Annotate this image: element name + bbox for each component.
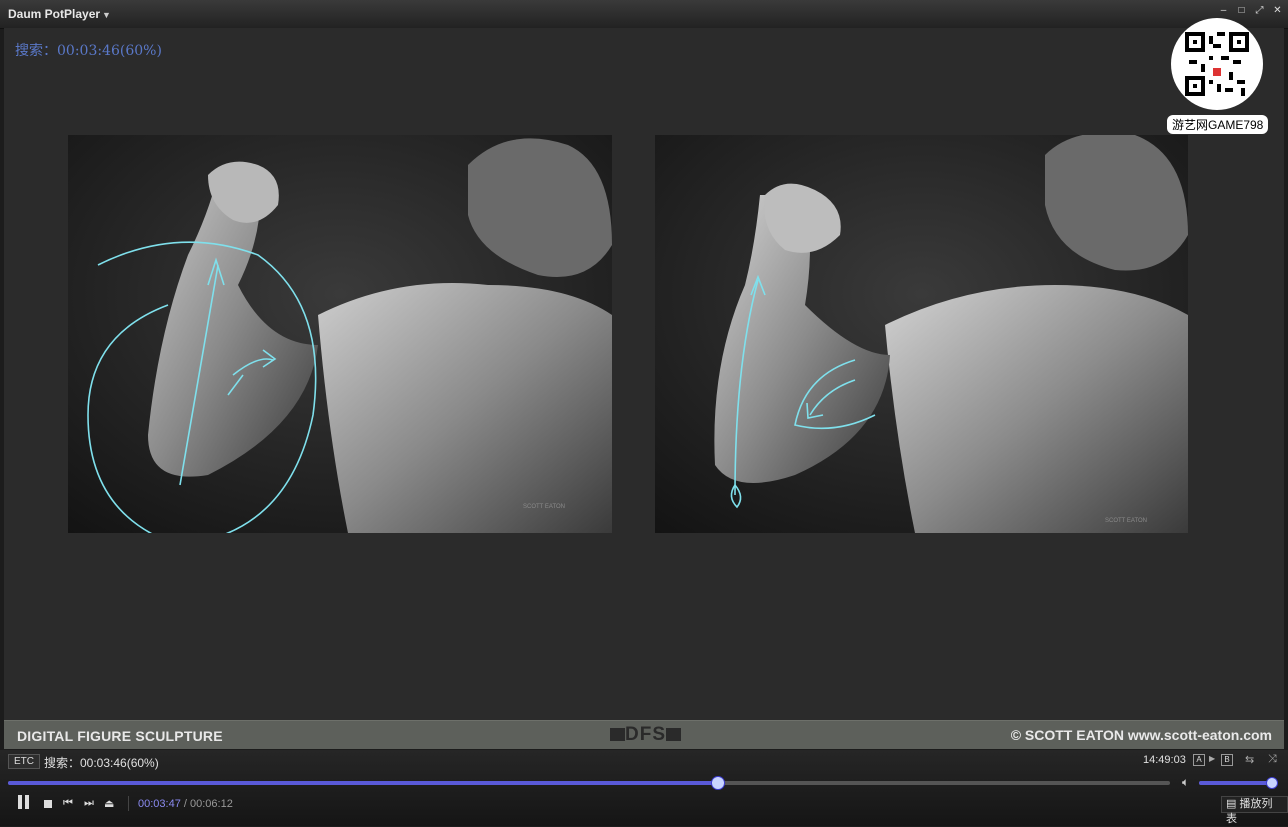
playlist-button[interactable]: ▤ 播放列表 bbox=[1221, 796, 1288, 825]
video-area[interactable]: 搜索：00:03:46(60%) SCOTT EATON SCOTT EATON… bbox=[4, 18, 1284, 720]
eject-icon[interactable]: ⏏︎ bbox=[104, 797, 114, 810]
seek-handle[interactable] bbox=[710, 776, 725, 790]
fullscreen-icon[interactable]: ⤢ bbox=[1255, 6, 1264, 16]
video-photo-right: SCOTT EATON bbox=[655, 135, 1188, 533]
divider bbox=[128, 796, 129, 811]
photo-credit-text: SCOTT EATON bbox=[523, 504, 565, 510]
app-title: Daum PotPlayer bbox=[8, 7, 101, 21]
maximize-icon[interactable]: □ bbox=[1237, 6, 1246, 16]
volume-slider[interactable] bbox=[1199, 777, 1278, 789]
chevron-down-icon: ▼ bbox=[102, 10, 111, 20]
app-menu-button[interactable]: Daum PotPlayer ▼ bbox=[8, 7, 111, 21]
play-arrow-icon: ▶ bbox=[1209, 754, 1216, 763]
banner-left-text: DIGITAL FIGURE SCULPTURE bbox=[17, 728, 223, 744]
repeat-icon[interactable]: ⇆ bbox=[1245, 753, 1254, 766]
volume-handle[interactable] bbox=[1266, 777, 1278, 789]
photo-credit-text: SCOTT EATON bbox=[1105, 518, 1147, 524]
seek-progress bbox=[8, 781, 717, 785]
qr-code-icon bbox=[1185, 32, 1249, 96]
video-banner: DIGITAL FIGURE SCULPTURE DFS © SCOTT EAT… bbox=[4, 720, 1284, 749]
seek-bar[interactable] bbox=[8, 776, 1170, 790]
current-time: 00:03:47 bbox=[138, 798, 181, 810]
repeat-a-button[interactable]: A bbox=[1193, 754, 1205, 766]
list-icon: ▤ bbox=[1226, 798, 1237, 810]
flexed-arm-photo-left: SCOTT EATON bbox=[68, 135, 612, 533]
window-controls: – □ ⤢ ✕ bbox=[1219, 6, 1282, 16]
banner-logo-text: DFS bbox=[625, 724, 666, 745]
pause-icon[interactable] bbox=[17, 795, 31, 809]
shuffle-icon[interactable]: ⤨ bbox=[1268, 753, 1277, 766]
title-bar[interactable]: Daum PotPlayer ▼ – □ ⤢ ✕ bbox=[0, 0, 1288, 29]
close-icon[interactable]: ✕ bbox=[1273, 6, 1282, 16]
total-duration: 00:06:12 bbox=[190, 798, 233, 810]
control-panel: ETC 搜索：00:03:46(60%) 14:49:03 A ▶ B ⇆ ⤨ … bbox=[0, 750, 1288, 826]
watermark-logo bbox=[1171, 18, 1263, 110]
video-photo-left: SCOTT EATON bbox=[68, 135, 612, 533]
banner-logo-square bbox=[610, 728, 625, 742]
speaker-icon[interactable]: 🔈︎ bbox=[1182, 775, 1189, 790]
banner-logo-square bbox=[666, 728, 681, 742]
volume-level bbox=[1199, 781, 1271, 785]
system-clock: 14:49:03 bbox=[1143, 754, 1186, 766]
next-icon[interactable]: ⏭︎ bbox=[84, 797, 94, 810]
osd-seek-text: 搜索：00:03:46(60%) bbox=[15, 43, 162, 59]
stop-icon[interactable] bbox=[44, 800, 52, 808]
minimize-icon[interactable]: – bbox=[1219, 6, 1228, 16]
banner-logo: DFS bbox=[610, 724, 681, 746]
banner-right-text: © SCOTT EATON www.scott-eaton.com bbox=[1010, 727, 1272, 743]
time-display[interactable]: 00:03:47 / 00:06:12 bbox=[138, 798, 233, 810]
etc-button[interactable]: ETC bbox=[8, 754, 40, 769]
repeat-b-button[interactable]: B bbox=[1221, 754, 1233, 766]
watermark-label: 游艺网GAME798 bbox=[1167, 115, 1269, 134]
status-text: 搜索：00:03:46(60%) bbox=[44, 756, 159, 770]
previous-icon[interactable]: ⏮︎ bbox=[63, 797, 73, 810]
time-separator: / bbox=[180, 798, 190, 810]
flexed-arm-photo-right: SCOTT EATON bbox=[655, 135, 1188, 533]
